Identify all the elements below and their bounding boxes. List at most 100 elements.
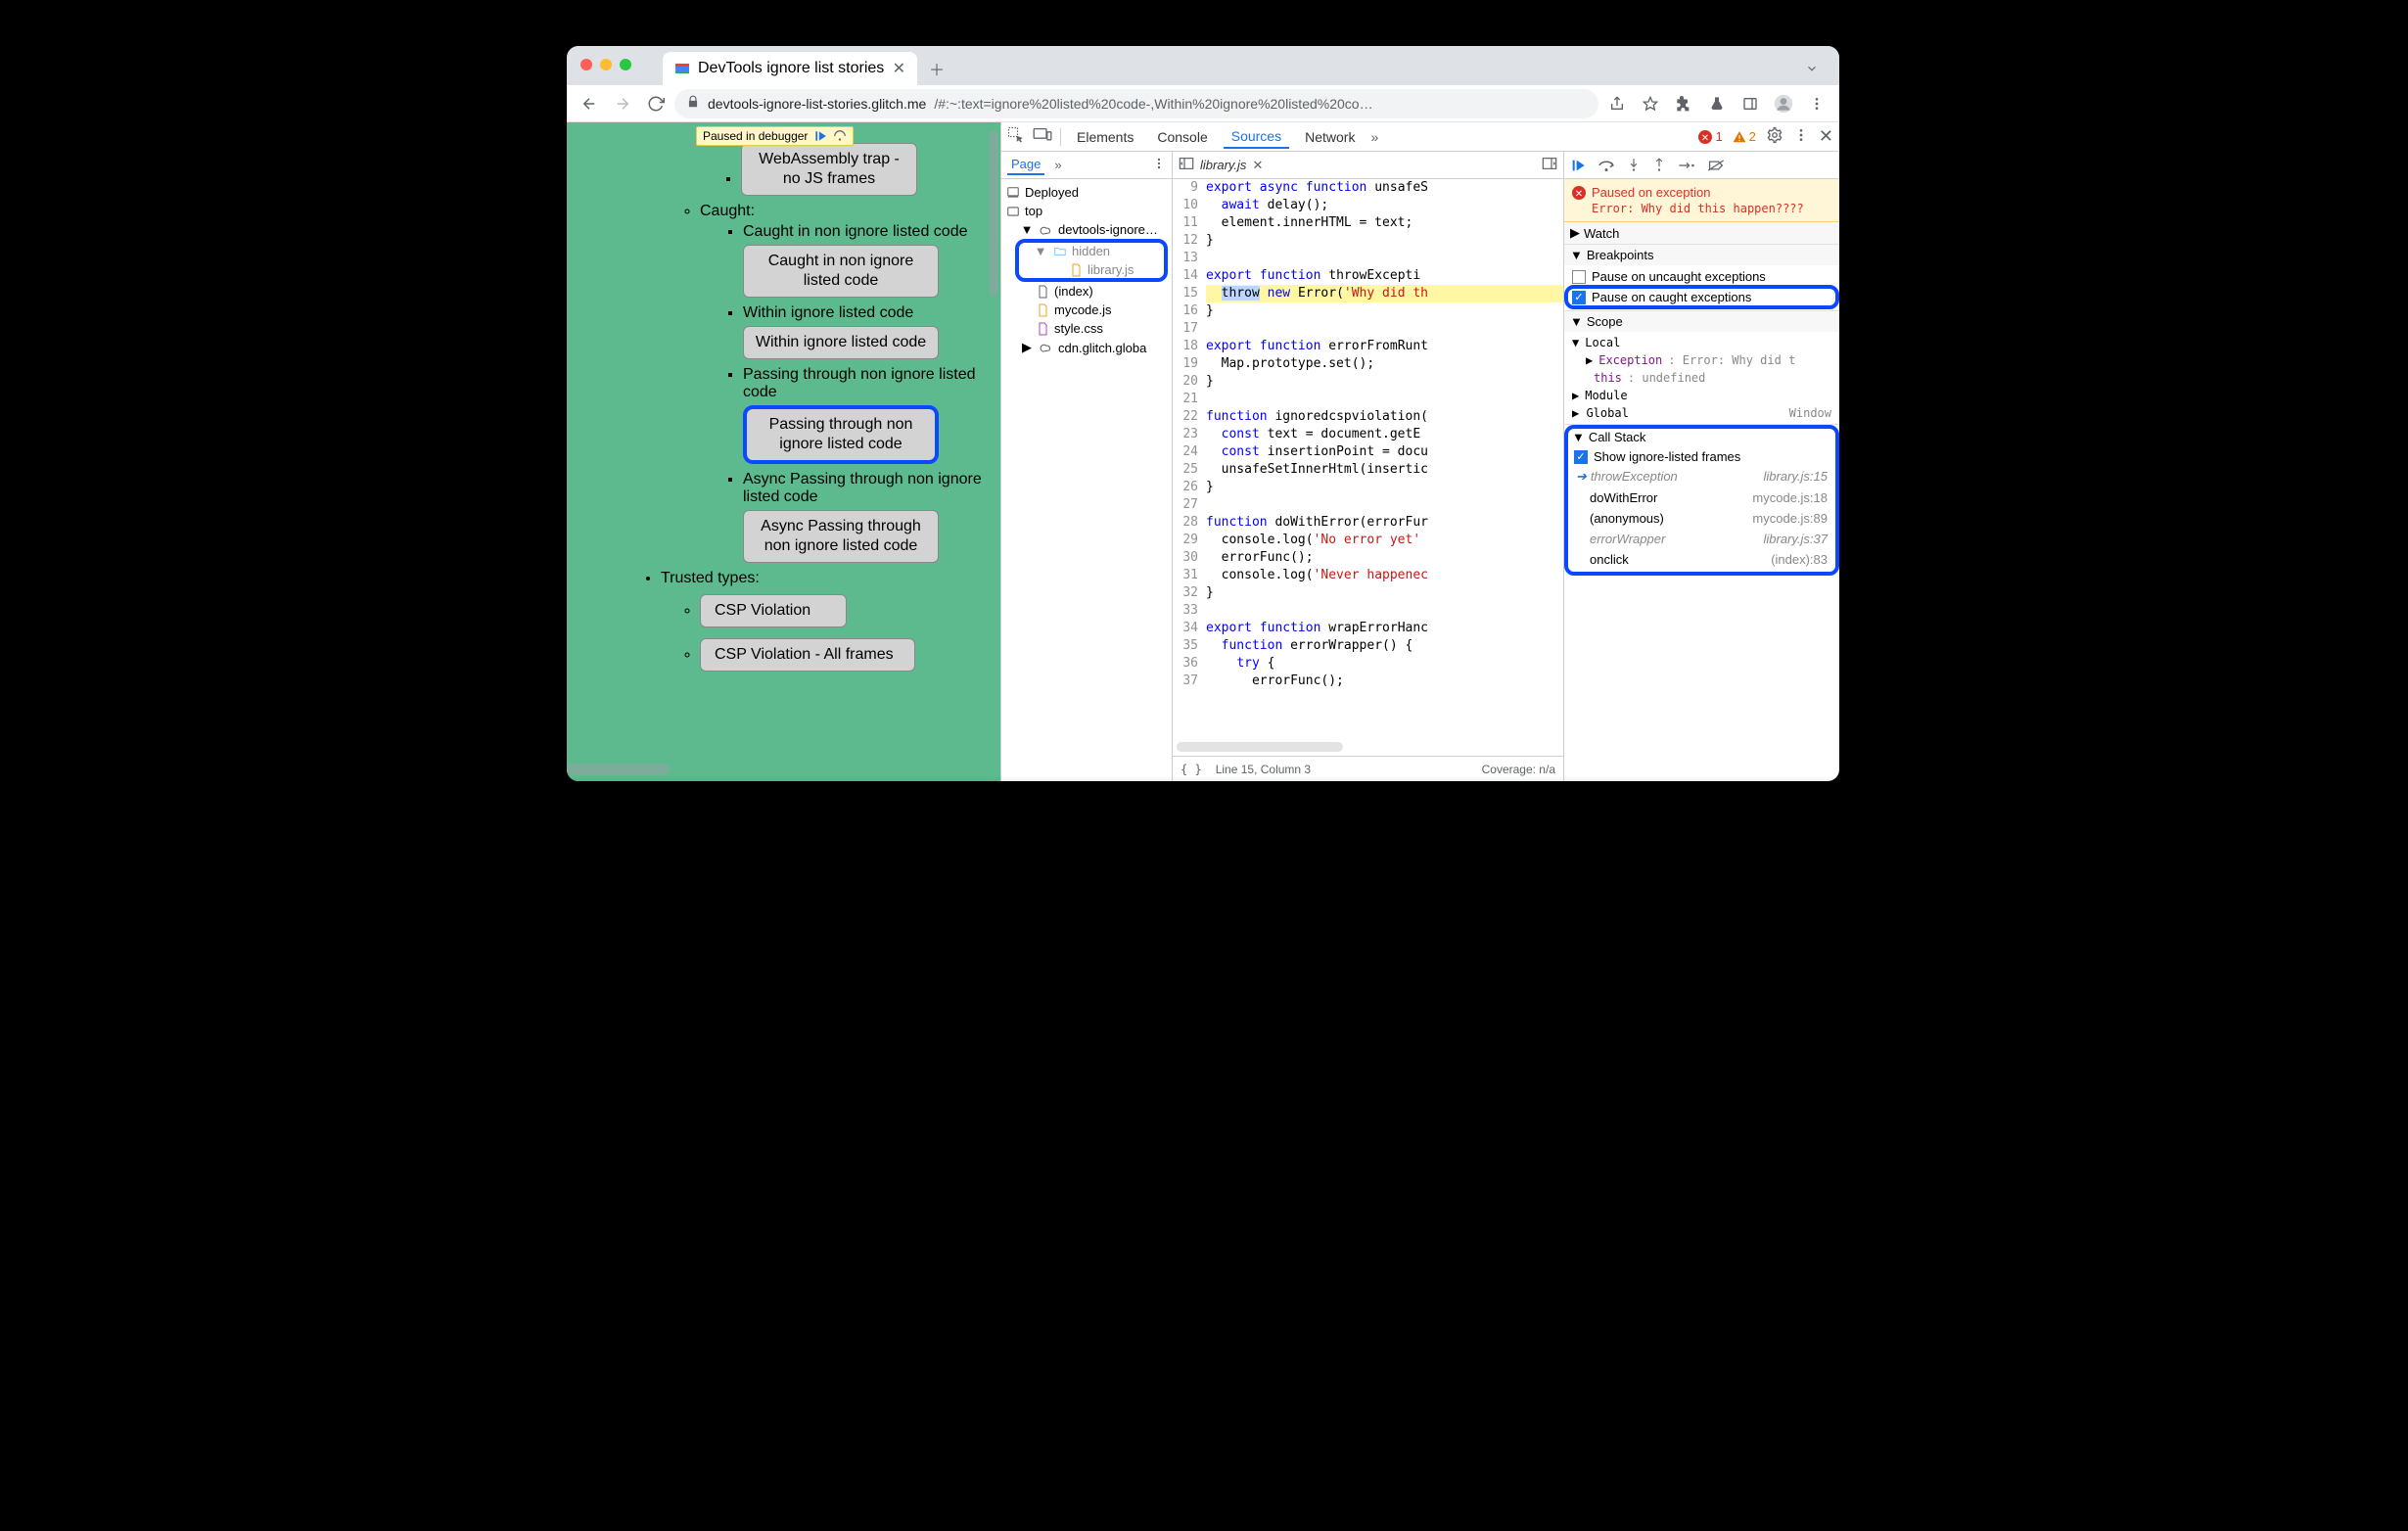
code-line[interactable]: 14export function throwExcepti	[1173, 267, 1563, 285]
tree-file-stylecss[interactable]: style.css	[1003, 319, 1170, 338]
back-button[interactable]	[575, 89, 604, 118]
code-line[interactable]: 10 await delay();	[1173, 197, 1563, 214]
labs-icon[interactable]	[1702, 89, 1732, 118]
minimize-window-icon[interactable]	[600, 59, 612, 70]
code-line[interactable]: 33	[1173, 602, 1563, 620]
scope-global[interactable]: ▶ GlobalWindow	[1564, 404, 1839, 422]
inspect-icon[interactable]	[1007, 126, 1025, 147]
scope-local[interactable]: ▼ Local	[1564, 334, 1839, 351]
code-line[interactable]: 21	[1173, 391, 1563, 408]
tree-top[interactable]: top	[1003, 202, 1170, 220]
tree-file-libraryjs[interactable]: library.js	[1017, 260, 1166, 279]
tabs-menu-icon[interactable]	[1798, 55, 1826, 82]
code-line[interactable]: 12}	[1173, 232, 1563, 250]
page-button[interactable]: CSP Violation	[700, 594, 847, 627]
page-button[interactable]: CSP Violation - All frames	[700, 638, 915, 672]
sidepanel-icon[interactable]	[1736, 89, 1765, 118]
pause-caught-checkbox[interactable]: ✓Pause on caught exceptions	[1566, 287, 1837, 307]
code-line[interactable]: 17	[1173, 320, 1563, 338]
call-stack-frame[interactable]: (anonymous)mycode.js:89	[1566, 508, 1837, 529]
code-line[interactable]: 28function doWithError(errorFur	[1173, 514, 1563, 532]
close-tab-icon[interactable]: ✕	[893, 59, 905, 78]
tab-elements[interactable]: Elements	[1069, 125, 1141, 149]
step-out-icon[interactable]	[1652, 158, 1666, 173]
watch-section[interactable]: ▶ Watch	[1564, 222, 1839, 245]
pretty-print-icon[interactable]: { }	[1181, 763, 1202, 776]
code-line[interactable]: 9export async function unsafeS	[1173, 179, 1563, 197]
code-line[interactable]: 18export function errorFromRunt	[1173, 338, 1563, 355]
error-count[interactable]: ✕1	[1698, 129, 1722, 144]
code-line[interactable]: 35 function errorWrapper() {	[1173, 637, 1563, 655]
devtools-menu-icon[interactable]	[1793, 127, 1809, 146]
page-button[interactable]: Async Passing through non ignore listed …	[743, 510, 939, 563]
call-stack-frame[interactable]: onclick(index):83	[1566, 549, 1837, 570]
code-line[interactable]: 37 errorFunc();	[1173, 673, 1563, 690]
step-over-icon[interactable]	[833, 129, 847, 143]
code-line[interactable]: 27	[1173, 496, 1563, 514]
browser-tab[interactable]: DevTools ignore list stories ✕	[663, 52, 917, 85]
close-window-icon[interactable]	[580, 59, 592, 70]
show-ignore-listed-checkbox[interactable]: ✓Show ignore-listed frames	[1566, 447, 1837, 466]
code-line[interactable]: 25 unsafeSetInnerHtml(insertic	[1173, 461, 1563, 479]
code-line[interactable]: 32}	[1173, 584, 1563, 602]
code-line[interactable]: 36 try {	[1173, 655, 1563, 673]
more-tabs-icon[interactable]: »	[1370, 129, 1378, 145]
code-area[interactable]: 9export async function unsafeS10 await d…	[1173, 179, 1563, 756]
resume-script-icon[interactable]	[1570, 158, 1586, 173]
tree-cdn[interactable]: ▶cdn.glitch.globa	[1003, 338, 1170, 357]
reload-button[interactable]	[641, 89, 671, 118]
code-line[interactable]: 15 throw new Error('Why did th	[1173, 285, 1563, 302]
code-line[interactable]: 22function ignoredcspviolation(	[1173, 408, 1563, 426]
tree-file-mycode[interactable]: mycode.js	[1003, 301, 1170, 319]
share-icon[interactable]	[1602, 89, 1632, 118]
device-toggle-icon[interactable]	[1033, 127, 1052, 146]
editor-filename[interactable]: library.js	[1200, 158, 1246, 172]
page-scrollbar[interactable]	[989, 130, 998, 297]
code-line[interactable]: 13	[1173, 250, 1563, 267]
menu-icon[interactable]	[1802, 89, 1831, 118]
more-nav-tabs-icon[interactable]: »	[1054, 158, 1061, 172]
tree-deployed[interactable]: Deployed	[1003, 183, 1170, 202]
code-line[interactable]: 19 Map.prototype.set();	[1173, 355, 1563, 373]
code-line[interactable]: 29 console.log('No error yet'	[1173, 532, 1563, 549]
toggle-navigator-icon[interactable]	[1179, 157, 1194, 173]
code-line[interactable]: 20}	[1173, 373, 1563, 391]
page-button[interactable]: Within ignore listed code	[743, 326, 939, 359]
new-tab-button[interactable]: ＋	[923, 55, 950, 82]
close-file-icon[interactable]: ✕	[1252, 158, 1263, 173]
scope-module[interactable]: ▶ Module	[1564, 387, 1839, 404]
page-button[interactable]: Caught in non ignore listed code	[743, 245, 939, 298]
editor-h-scrollbar[interactable]	[1177, 742, 1343, 752]
code-line[interactable]: 34export function wrapErrorHanc	[1173, 620, 1563, 637]
tree-domain[interactable]: ▼devtools-ignore…	[1003, 220, 1170, 239]
navigator-menu-icon[interactable]	[1152, 157, 1166, 173]
code-line[interactable]: 23 const text = document.getE	[1173, 426, 1563, 443]
code-line[interactable]: 31 console.log('Never happenec	[1173, 567, 1563, 584]
resume-icon[interactable]	[813, 129, 827, 143]
scope-exception[interactable]: ▶ Exception: Error: Why did t	[1564, 351, 1839, 369]
step-into-icon[interactable]	[1627, 158, 1641, 173]
profile-icon[interactable]	[1769, 89, 1798, 118]
tab-sources[interactable]: Sources	[1224, 124, 1289, 149]
code-line[interactable]: 16}	[1173, 302, 1563, 320]
extensions-icon[interactable]	[1669, 89, 1698, 118]
toggle-debugger-icon[interactable]	[1542, 157, 1557, 173]
settings-icon[interactable]	[1766, 126, 1783, 147]
navigator-tab-page[interactable]: Page	[1007, 155, 1044, 175]
call-stack-frame[interactable]: doWithErrormycode.js:18	[1566, 487, 1837, 508]
deactivate-breakpoints-icon[interactable]	[1707, 159, 1725, 172]
call-stack-frame[interactable]: ➔throwExceptionlibrary.js:15	[1566, 466, 1837, 487]
tree-file-index[interactable]: (index)	[1003, 282, 1170, 301]
tab-console[interactable]: Console	[1149, 125, 1215, 149]
page-h-scrollbar[interactable]	[567, 764, 670, 775]
close-devtools-icon[interactable]: ✕	[1819, 126, 1833, 147]
pause-uncaught-checkbox[interactable]: Pause on uncaught exceptions	[1564, 267, 1839, 286]
call-stack-frame[interactable]: errorWrapperlibrary.js:37	[1566, 529, 1837, 549]
code-line[interactable]: 11 element.innerHTML = text;	[1173, 214, 1563, 232]
code-line[interactable]: 26}	[1173, 479, 1563, 496]
step-icon[interactable]	[1678, 159, 1695, 172]
zoom-window-icon[interactable]	[620, 59, 631, 70]
page-button[interactable]: WebAssembly trap - no JS frames	[741, 143, 917, 196]
warning-count[interactable]: 2	[1733, 129, 1756, 144]
code-line[interactable]: 30 errorFunc();	[1173, 549, 1563, 567]
